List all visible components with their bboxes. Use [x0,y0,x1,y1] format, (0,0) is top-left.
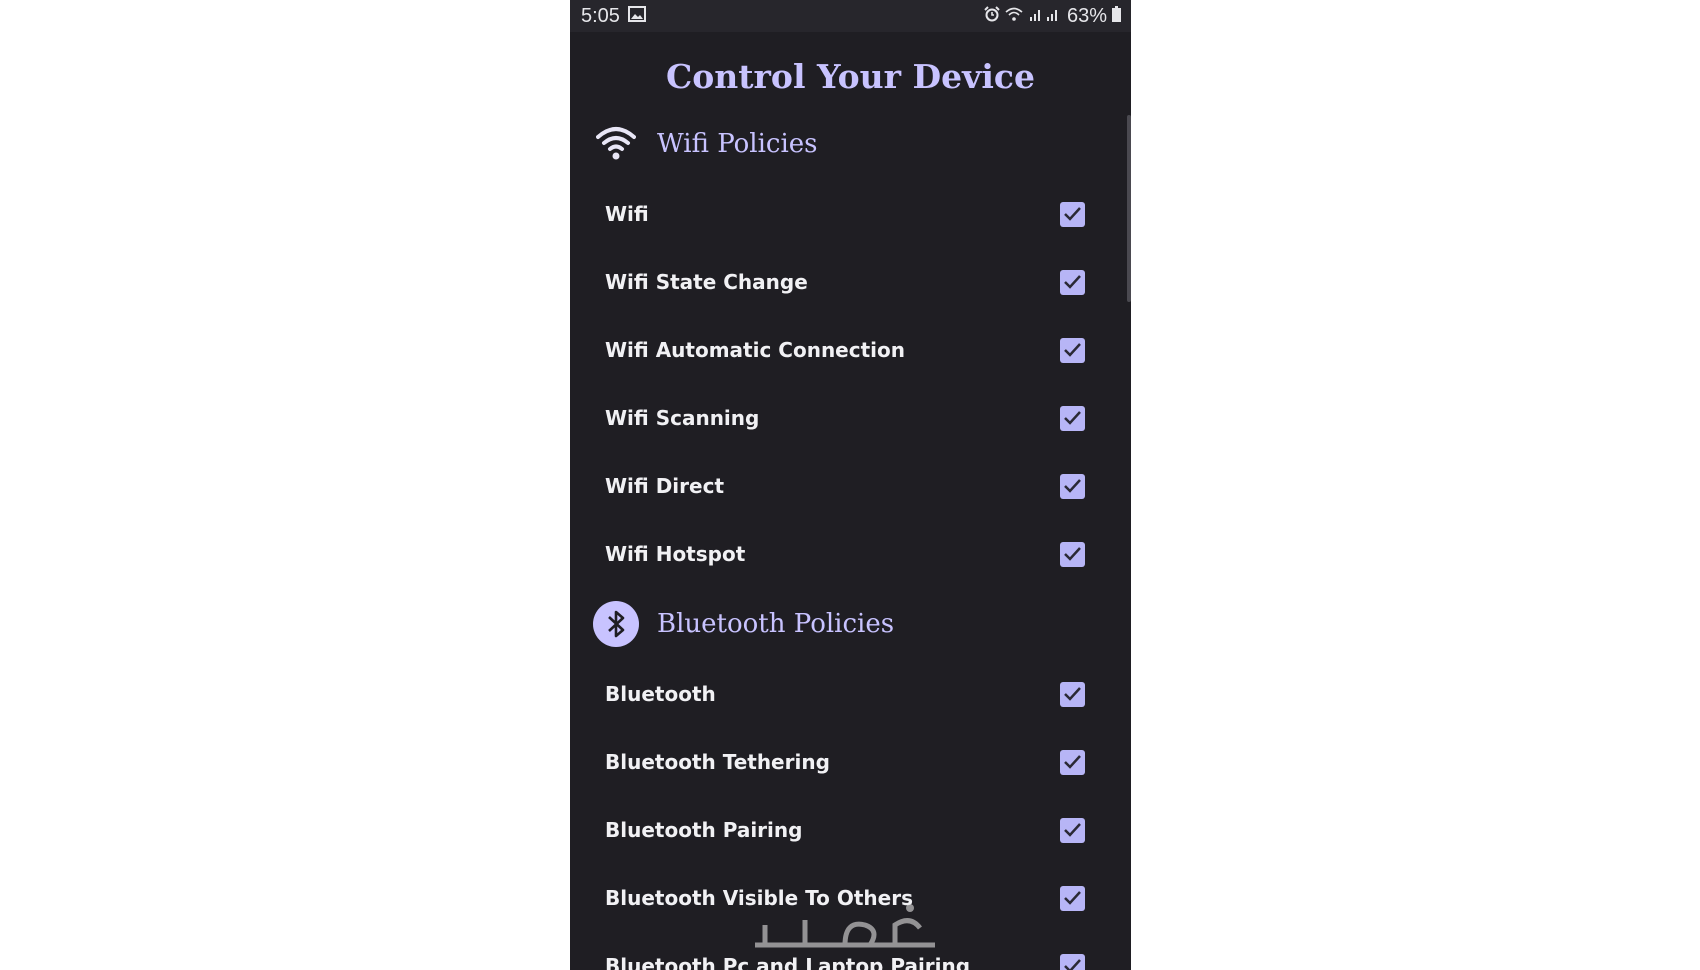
bluetooth-icon [592,600,640,648]
policy-row-bluetooth[interactable]: Bluetooth [570,660,1131,728]
policy-checkbox[interactable] [1060,953,1085,970]
page-title: Control Your Device [666,57,1035,96]
policy-row-bluetooth-tethering[interactable]: Bluetooth Tethering [570,728,1131,796]
section-title-wifi: Wifi Policies [657,129,818,159]
policy-checkbox[interactable] [1060,541,1085,567]
section-header-wifi: Wifi Policies [570,108,1131,180]
policy-checkbox[interactable] [1060,201,1085,227]
policy-label: Wifi Direct [605,474,725,498]
check-icon [1064,891,1081,905]
status-time: 5:05 [581,4,620,27]
battery-icon [1112,5,1121,28]
policy-checkbox[interactable] [1060,817,1085,843]
policy-label: Wifi Hotspot [605,542,746,566]
battery-level: 63% [1066,4,1107,27]
alarm-icon [984,5,1000,28]
policy-checkbox[interactable] [1060,473,1085,499]
check-icon [1064,411,1081,425]
watermark-logo [745,900,945,960]
policy-row-wifi[interactable]: Wifi [570,180,1131,248]
policy-checkbox[interactable] [1060,749,1085,775]
policy-label: Wifi Scanning [605,406,760,430]
check-icon [1064,687,1081,701]
status-bar: 5:05 63% [570,0,1131,32]
policy-label: Bluetooth Pairing [605,818,803,842]
policy-checkbox[interactable] [1060,681,1085,707]
check-icon [1064,479,1081,493]
policy-label: Bluetooth [605,682,716,706]
policy-label: Wifi Automatic Connection [605,338,905,362]
check-icon [1064,959,1081,970]
wifi-status-icon [1005,5,1023,28]
check-icon [1064,755,1081,769]
check-icon [1064,343,1081,357]
check-icon [1064,823,1081,837]
check-icon [1064,547,1081,561]
section-title-bluetooth: Bluetooth Policies [657,609,895,639]
section-header-bluetooth: Bluetooth Policies [570,588,1131,660]
policy-checkbox[interactable] [1060,337,1085,363]
policy-checkbox[interactable] [1060,405,1085,431]
policy-label: Bluetooth Tethering [605,750,830,774]
policy-row-wifi-state-change[interactable]: Wifi State Change [570,248,1131,316]
policy-label: Wifi State Change [605,270,808,294]
wifi-icon [592,120,640,168]
policy-row-wifi-hotspot[interactable]: Wifi Hotspot [570,520,1131,588]
policy-row-bluetooth-pairing[interactable]: Bluetooth Pairing [570,796,1131,864]
policy-checkbox[interactable] [1060,269,1085,295]
policy-row-wifi-direct[interactable]: Wifi Direct [570,452,1131,520]
check-icon [1064,207,1081,221]
policy-checkbox[interactable] [1060,885,1085,911]
gallery-notification-icon [627,5,646,28]
signal-icon [1028,5,1062,28]
policy-row-wifi-automatic-connection[interactable]: Wifi Automatic Connection [570,316,1131,384]
phone-screen: 5:05 63% Control Your Device Wifi Polici… [570,0,1131,970]
scrollbar[interactable] [1127,115,1131,302]
policy-row-wifi-scanning[interactable]: Wifi Scanning [570,384,1131,452]
check-icon [1064,275,1081,289]
policy-label: Wifi [605,202,649,226]
